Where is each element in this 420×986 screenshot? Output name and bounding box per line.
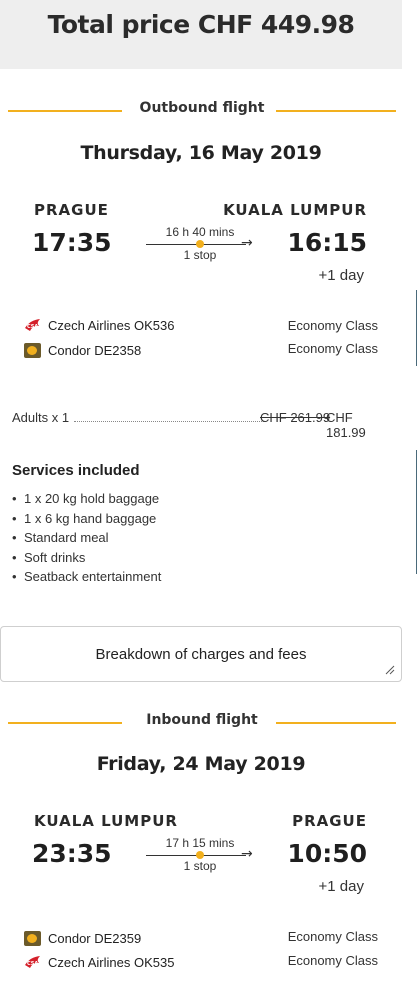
page-edge <box>402 0 420 69</box>
outbound-origin-city: PRAGUE <box>34 201 109 219</box>
new-price: CHF 181.99 <box>326 410 366 440</box>
cabin-class: Economy Class <box>287 318 378 333</box>
service-item: 1 x 6 kg hand baggage <box>12 511 161 531</box>
outbound-label: Outbound flight <box>139 100 265 116</box>
total-price-bar: Total price CHF 449.98 <box>0 0 402 69</box>
airline-name: Condor DE2359 <box>48 931 142 946</box>
stop-dot-icon <box>196 851 204 859</box>
cabin-class: Economy Class <box>287 341 378 356</box>
inbound-depart-time: 23:35 <box>32 839 112 868</box>
cabin-class: Economy Class <box>287 929 378 944</box>
inbound-origin-city: KUALA LUMPUR <box>34 812 178 830</box>
old-price: CHF 261.99 <box>260 410 331 425</box>
svg-text:CSA: CSA <box>27 324 38 330</box>
breakdown-label: Breakdown of charges and fees <box>95 646 307 663</box>
airline-name: Czech Airlines OK535 <box>48 955 175 970</box>
airline-name: Czech Airlines OK536 <box>48 318 175 333</box>
outbound-section-header: Outbound flight <box>8 100 396 120</box>
outbound-plus-day: +1 day <box>318 267 364 284</box>
outbound-arrive-time: 16:15 <box>287 228 367 257</box>
adults-price-row: Adults x 1 CHF 261.99 CHF 181.99 <box>12 410 392 440</box>
divider <box>276 110 396 112</box>
condor-logo-icon <box>24 343 41 358</box>
breakdown-charges-button[interactable]: Breakdown of charges and fees <box>0 626 402 682</box>
csa-logo-icon: CSA <box>25 319 40 331</box>
dotted-leader <box>74 421 264 422</box>
service-item: Standard meal <box>12 530 161 550</box>
total-price: Total price CHF 449.98 <box>47 10 355 39</box>
services-title: Services included <box>12 462 140 479</box>
inbound-route: 17 h 15 mins → 1 stop <box>140 836 260 876</box>
inbound-section-header: Inbound flight <box>8 712 396 732</box>
inbound-label: Inbound flight <box>146 712 258 728</box>
cabin-class: Economy Class <box>287 953 378 968</box>
resize-grip-icon[interactable] <box>385 665 395 675</box>
side-tab[interactable] <box>416 450 420 574</box>
stop-dot-icon <box>196 240 204 248</box>
side-tab[interactable] <box>416 290 420 366</box>
svg-text:CSA: CSA <box>27 961 38 967</box>
inbound-plus-day: +1 day <box>318 878 364 895</box>
csa-logo-icon: CSA <box>25 956 40 968</box>
outbound-route: 16 h 40 mins → 1 stop <box>140 225 260 265</box>
inbound-date: Friday, 24 May 2019 <box>96 753 306 775</box>
service-item: 1 x 20 kg hold baggage <box>12 491 161 511</box>
inbound-arrive-time: 10:50 <box>287 839 367 868</box>
outbound-destination-city: KUALA LUMPUR <box>223 201 367 219</box>
airline-name: Condor DE2358 <box>48 343 142 358</box>
service-item: Seatback entertainment <box>12 569 161 589</box>
inbound-stops: 1 stop <box>183 859 217 873</box>
service-item: Soft drinks <box>12 550 161 570</box>
outbound-depart-time: 17:35 <box>32 228 112 257</box>
condor-logo-icon <box>24 931 41 946</box>
divider <box>276 722 396 724</box>
services-list: 1 x 20 kg hold baggage 1 x 6 kg hand bag… <box>12 491 161 589</box>
outbound-date: Thursday, 16 May 2019 <box>80 142 322 164</box>
inbound-destination-city: PRAGUE <box>292 812 367 830</box>
outbound-stops: 1 stop <box>183 248 217 262</box>
adults-label: Adults x 1 <box>12 410 70 425</box>
